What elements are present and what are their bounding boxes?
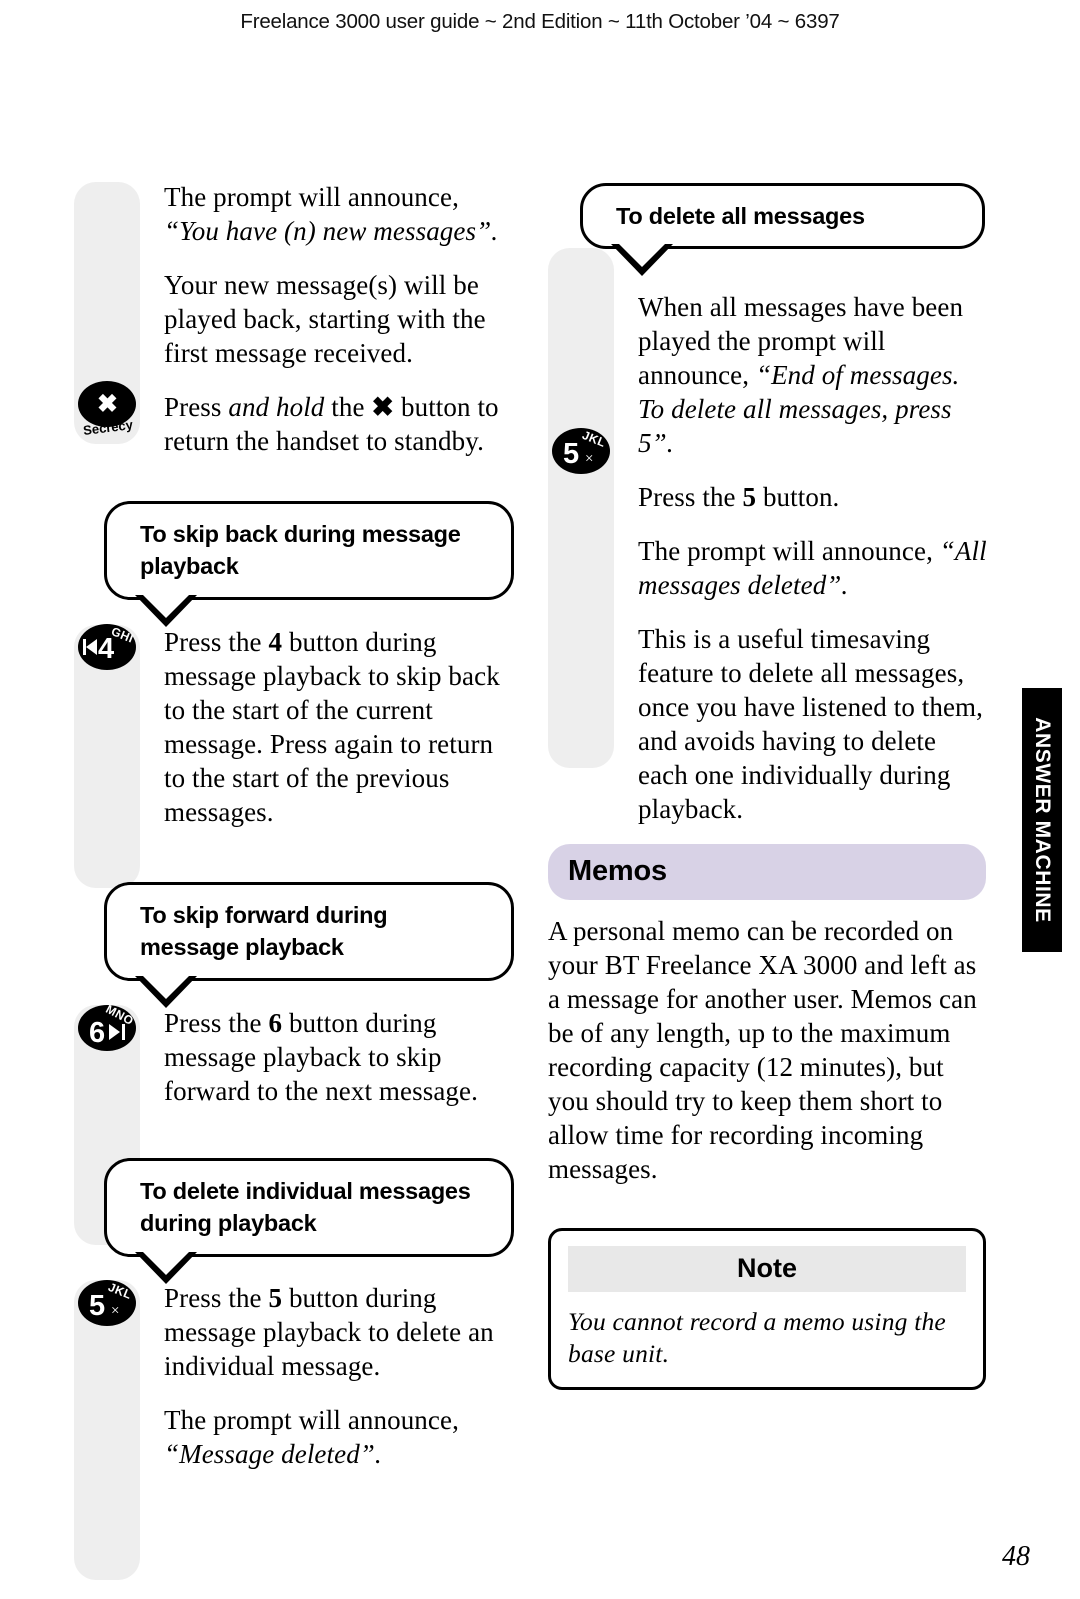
text-run: Press the: [638, 482, 743, 513]
text-run-italic: and hold: [228, 392, 325, 423]
bubble-tail-fill: [140, 972, 192, 999]
paragraph: Press the 6 button during message playba…: [164, 1006, 516, 1108]
text-run: Press the: [164, 1283, 269, 1313]
paragraph: Press and hold the ✖ button to return th…: [164, 390, 516, 458]
text-run: The prompt will announce,: [164, 1405, 459, 1436]
text-run: Press the: [164, 1008, 269, 1038]
paragraph: The prompt will announce, “You have (n) …: [164, 180, 516, 248]
rewind-triangle-icon: [86, 639, 97, 655]
heading-bubble-skip-back: To skip back during message playback: [104, 501, 514, 627]
cancel-key-glyph: ✖: [371, 392, 395, 423]
running-header: Freelance 3000 user guide ~ 2nd Edition …: [240, 10, 840, 33]
text-run: The prompt will announce,: [638, 536, 940, 567]
text-run: button.: [756, 482, 840, 513]
section-header-label: Memos: [568, 855, 667, 887]
text-run: Press the: [164, 627, 269, 657]
skip-forward-text-block: Press the 6 button during message playba…: [164, 1006, 516, 1108]
section-header-memos: Memos: [548, 844, 986, 900]
keypad-5-button-icon: 5 JKL ×: [78, 1280, 136, 1326]
bubble-tail-fill: [140, 591, 192, 618]
paragraph: A personal memo can be recorded on your …: [548, 916, 977, 1185]
bubble-tail-fill: [140, 1248, 192, 1275]
text-run-italic: “You have (n) new messages”.: [164, 216, 499, 247]
paragraph: Press the 5 button.: [638, 480, 990, 514]
delete-all-text-block: When all messages have been played the p…: [638, 290, 990, 826]
note-title: Note: [568, 1246, 966, 1292]
page-number: 48: [1002, 1541, 1030, 1572]
paragraph: Press the 5 button during message playba…: [164, 1281, 516, 1383]
heading-text: To skip forward during message playback: [140, 902, 388, 961]
skip-back-text-block: Press the 4 button during message playba…: [164, 625, 516, 829]
text-run: Press: [164, 392, 229, 423]
paragraph: The prompt will announce, “All messages …: [638, 534, 990, 602]
delete-cross-glyph: ×: [585, 451, 594, 467]
text-run: The prompt will announce,: [164, 182, 459, 212]
secrecy-x-glyph: ✖: [97, 390, 118, 418]
note-box: Note You cannot record a memo using the …: [548, 1228, 986, 1391]
instruction-strip-delete-all: [548, 248, 614, 768]
intro-text-block: The prompt will announce, “You have (n) …: [164, 180, 516, 458]
bubble-tail-fill: [616, 241, 668, 268]
key-digit: 4: [98, 633, 115, 665]
note-body: You cannot record a memo using the base …: [568, 1307, 946, 1369]
key-reference: 4: [268, 627, 283, 657]
heading-text: To delete individual messages during pla…: [140, 1178, 471, 1237]
key-reference: 5: [268, 1283, 283, 1313]
key-digit: 6: [89, 1017, 106, 1049]
text-run: This is a useful timesaving feature to d…: [638, 624, 984, 825]
key-digit: 5: [563, 438, 580, 470]
heading-bubble-delete-individual: To delete individual messages during pla…: [104, 1158, 514, 1284]
keypad-6-button-icon: 6 MNO: [78, 1002, 136, 1051]
key-digit: 5: [89, 1290, 106, 1322]
key-reference: 6: [268, 1008, 283, 1038]
paragraph: When all messages have been played the p…: [638, 290, 990, 460]
heading-text: To delete all messages: [616, 203, 865, 229]
paragraph: Your new message(s) will be played back,…: [164, 268, 516, 370]
secrecy-button-icon: ✖ Secrecy: [78, 381, 136, 438]
side-tab-label: ANSWER MACHINE: [1031, 717, 1054, 923]
text-run: the: [324, 392, 372, 423]
paragraph: This is a useful timesaving feature to d…: [638, 622, 990, 826]
text-run: Your new message(s) will be played back,…: [164, 270, 486, 369]
memos-text-block: A personal memo can be recorded on your …: [548, 914, 986, 1186]
heading-bubble-skip-forward: To skip forward during message playback: [104, 882, 514, 1008]
text-run: button during message playback to skip b…: [164, 627, 500, 828]
section-side-tab: ANSWER MACHINE: [1022, 688, 1062, 952]
keypad-4-button-icon: 4 GHI: [78, 624, 136, 670]
key-reference: 5: [742, 482, 757, 513]
keypad-5-button-icon: 5 JKL ×: [552, 428, 610, 474]
heading-text: To skip back during message playback: [140, 521, 461, 580]
forward-bar-glyph: [122, 1024, 125, 1040]
heading-bubble-delete-all: To delete all messages: [580, 183, 985, 277]
paragraph: The prompt will announce, “Message delet…: [164, 1403, 516, 1471]
text-run-italic: “Message deleted”.: [164, 1439, 382, 1470]
delete-cross-glyph: ×: [111, 1303, 120, 1319]
paragraph: Press the 4 button during message playba…: [164, 625, 516, 829]
forward-triangle-icon: [109, 1024, 120, 1040]
delete-individual-text-block: Press the 5 button during message playba…: [164, 1281, 516, 1471]
